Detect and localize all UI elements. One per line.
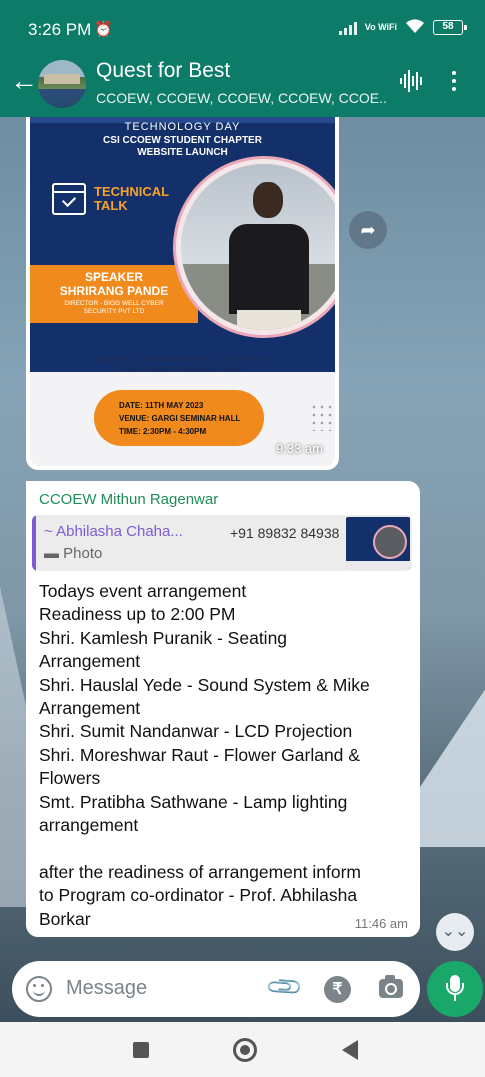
attach-icon[interactable]: 📎: [264, 967, 306, 1009]
speaker-label: SPEAKER: [84, 270, 143, 284]
message-line: to Program co-ordinator - Prof. Abhilash…: [39, 885, 358, 906]
message-line: [39, 837, 414, 860]
poster-subheading-line1: CSI CCOEW STUDENT CHAPTER: [103, 135, 262, 146]
speaker-photo: [176, 159, 335, 335]
speaker-role: DIRECTOR - BIGG WELL CYBER SECURITY PVT …: [30, 300, 198, 316]
voice-chat-icon[interactable]: [400, 69, 422, 93]
camera-icon[interactable]: [379, 975, 403, 998]
poster-tagline: SECURE YOUR DIGITAL FUTURE: JOIN US FOR …: [30, 355, 335, 375]
group-avatar[interactable]: [38, 60, 86, 108]
battery-icon: 58: [433, 20, 467, 35]
poster-heading: TECHNOLOGY DAY: [124, 121, 241, 133]
quoted-thumbnail: [346, 517, 410, 569]
message-line: after the readiness of arrangement infor…: [39, 861, 361, 882]
mic-icon-arc: [446, 983, 464, 995]
more-options-icon[interactable]: [452, 71, 456, 91]
photo-person-torso: [229, 224, 309, 314]
photo-person-head: [253, 182, 283, 218]
speaker-box: SPEAKER SHRIRANG PANDE DIRECTOR - BIGG W…: [30, 265, 198, 323]
message-line: Readiness up to 2:00 PM: [39, 604, 236, 625]
back-arrow-icon[interactable]: ←: [10, 67, 38, 95]
recents-icon[interactable]: [133, 1042, 149, 1058]
alarm-icon: ⏰: [94, 21, 113, 38]
emoji-icon[interactable]: [26, 976, 52, 1002]
speaker-role-line1: DIRECTOR - BIGG WELL CYBER: [64, 300, 164, 307]
message-line: Shri. Sumit Nandanwar - LCD Projection: [39, 721, 353, 742]
mic-icon-stem: [454, 995, 456, 1001]
thumbnail-photo: [373, 525, 407, 559]
speaker-role-line2: SECURITY PVT LTD: [83, 308, 145, 315]
tagline-line2: THE ULTIMATE TECHNICAL TALK": [120, 365, 245, 374]
group-name[interactable]: Quest for Best: [96, 59, 230, 83]
message-line: Arrangement: [39, 651, 141, 672]
scroll-down-icon[interactable]: ⌄⌄: [436, 913, 474, 951]
home-icon[interactable]: [233, 1038, 257, 1062]
status-icons: Vo WiFi 58: [338, 18, 467, 37]
quote-bar: [32, 515, 36, 571]
poster-subheading: CSI CCOEW STUDENT CHAPTER WEBSITE LAUNCH: [30, 135, 335, 159]
image-timestamp: 9:33 am: [276, 441, 323, 456]
message-line: Shri. Moreshwar Raut - Flower Garland &: [39, 744, 360, 765]
message-sender[interactable]: CCOEW Mithun Ragenwar: [39, 491, 218, 508]
message-line: Shri. Kamlesh Puranik - Seating: [39, 627, 288, 648]
event-venue: VENUE: GARGI SEMINAR HALL: [119, 414, 241, 423]
payment-icon[interactable]: ₹: [324, 976, 351, 1003]
wifi-icon: [405, 18, 425, 37]
thumbnail-footer: [346, 561, 410, 569]
status-bar: 3:26 PM ⏰ Vo WiFi 58: [0, 0, 485, 55]
message-line: Todays event arrangement: [39, 581, 247, 601]
back-triangle-icon[interactable]: [342, 1040, 358, 1060]
vowifi-label: Vo WiFi: [364, 22, 397, 32]
group-members[interactable]: CCOEW, CCOEW, CCOEW, CCOEW, CCOE...: [96, 90, 386, 106]
system-nav-bar: [0, 1022, 485, 1077]
message-composer[interactable]: Message 📎 ₹: [12, 961, 420, 1017]
dot-grid-decoration: [310, 403, 335, 431]
poster-subheading-line2: WEBSITE LAUNCH: [137, 147, 228, 158]
event-date: DATE: 11TH MAY 2023: [119, 401, 204, 410]
message-line: arrangement: [39, 815, 139, 836]
forward-icon[interactable]: ➦: [349, 211, 387, 249]
quoted-reply[interactable]: ~ Abhilasha Chaha... +91 89832 84938 ▬ P…: [32, 515, 412, 571]
speaker-name: SHRIRANG PANDE: [59, 284, 169, 298]
talk-line1: TECHNICAL: [94, 184, 170, 199]
message-line: Flowers: [39, 768, 101, 789]
event-time: TIME: 2:30PM - 4:30PM: [119, 427, 207, 436]
event-details-pill: DATE: 11TH MAY 2023 VENUE: GARGI SEMINAR…: [94, 390, 264, 446]
message-body: Todays event arrangement Readiness up to…: [39, 580, 414, 931]
quoted-phone: +91 89832 84938: [230, 525, 340, 541]
quoted-type: ▬ Photo: [44, 545, 103, 562]
image-message[interactable]: TECHNOLOGY DAY CSI CCOEW STUDENT CHAPTER…: [26, 117, 339, 470]
message-input[interactable]: Message: [66, 977, 147, 1000]
chat-header: ← Quest for Best CCOEW, CCOEW, CCOEW, CC…: [0, 55, 485, 117]
message-line: Arrangement: [39, 698, 141, 719]
message-timestamp: 11:46 am: [354, 916, 408, 931]
tagline-line1: SECURE YOUR DIGITAL FUTURE: JOIN US FOR: [96, 355, 269, 364]
talk-line2: TALK: [94, 198, 128, 213]
mic-button[interactable]: [427, 961, 483, 1017]
technical-talk-label: TECHNICAL TALK: [94, 185, 169, 213]
message-line: Smt. Pratibha Sathwane - Lamp lighting: [39, 791, 348, 812]
quoted-name: ~ Abhilasha Chaha...: [44, 523, 183, 540]
calendar-check-icon: [52, 183, 86, 215]
text-message[interactable]: CCOEW Mithun Ragenwar ~ Abhilasha Chaha.…: [26, 481, 420, 937]
status-time: 3:26 PM: [28, 20, 92, 39]
signal-icon: [338, 21, 357, 35]
event-poster[interactable]: TECHNOLOGY DAY CSI CCOEW STUDENT CHAPTER…: [30, 117, 335, 466]
message-line: Shri. Hauslal Yede - Sound System & Mike: [39, 674, 370, 695]
